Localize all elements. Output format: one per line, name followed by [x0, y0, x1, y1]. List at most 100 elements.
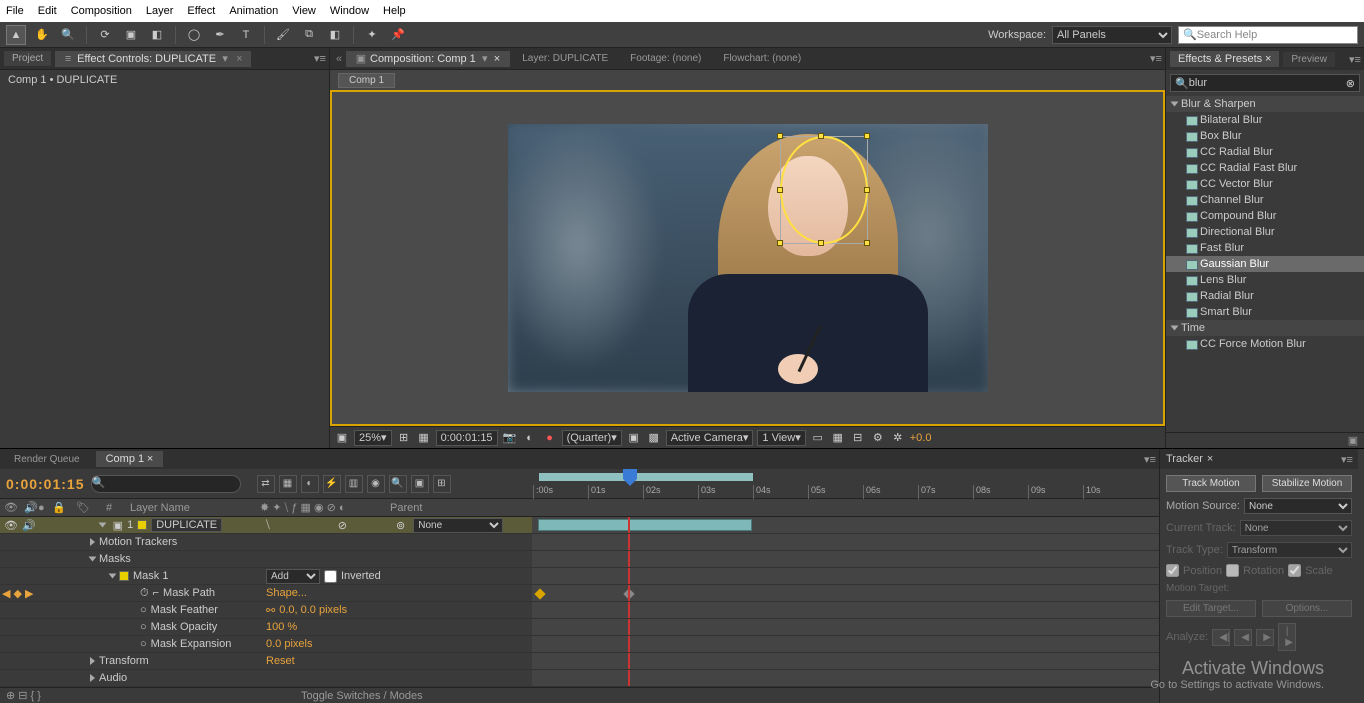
tl-icon[interactable]: ◉ [367, 475, 385, 493]
pixel-aspect-icon[interactable]: ▭ [810, 430, 826, 446]
flowchart-icon[interactable]: ⚙ [870, 430, 886, 446]
mask-handle[interactable] [864, 187, 870, 193]
rotation-tool[interactable]: ⟳ [95, 25, 115, 45]
menu-window[interactable]: Window [330, 5, 369, 17]
effect-item[interactable]: CC Radial Blur [1166, 144, 1364, 160]
timeline-comp-tab[interactable]: Comp 1 × [96, 451, 164, 467]
mask-expansion-row[interactable]: ○Mask Expansion 0.0 pixels [0, 636, 1159, 653]
mask-handle[interactable] [777, 187, 783, 193]
panel-menu-icon[interactable]: ▾≡ [1145, 454, 1155, 464]
menu-view[interactable]: View [292, 5, 316, 17]
pen-tool[interactable]: ✒ [210, 25, 230, 45]
effects-presets-tab[interactable]: Effects & Presets × [1170, 51, 1279, 67]
stopwatch-icon[interactable]: ○ [140, 638, 147, 650]
current-time[interactable]: 0:00:01:15 [436, 430, 498, 446]
mask-opacity-row[interactable]: ○Mask Opacity 100 % [0, 619, 1159, 636]
effects-search-input[interactable] [1189, 77, 1346, 89]
effect-item[interactable]: Radial Blur [1166, 288, 1364, 304]
menu-effect[interactable]: Effect [187, 5, 215, 17]
mask-color[interactable] [119, 571, 129, 581]
effects-category[interactable]: Time [1166, 320, 1364, 336]
channel-icon[interactable]: ◐ [522, 430, 538, 446]
red-channel-icon[interactable]: ● [542, 430, 558, 446]
effect-item[interactable]: Bilateral Blur [1166, 112, 1364, 128]
dropdown-icon[interactable]: ▾ [220, 54, 230, 64]
region-icon[interactable]: ▣ [626, 430, 642, 446]
flowchart-tab[interactable]: Flowchart: (none) [713, 51, 811, 66]
eraser-tool[interactable]: ◧ [325, 25, 345, 45]
effect-item[interactable]: CC Vector Blur [1166, 176, 1364, 192]
effect-item[interactable]: Channel Blur [1166, 192, 1364, 208]
effect-item[interactable]: Directional Blur [1166, 224, 1364, 240]
selection-tool[interactable]: ▲ [6, 25, 26, 45]
quality-select[interactable]: (Quarter) ▾ [562, 430, 622, 446]
layer-name[interactable]: DUPLICATE [151, 518, 222, 532]
motion-source-select[interactable]: None [1244, 498, 1352, 514]
toggle-switches[interactable]: Toggle Switches / Modes [301, 690, 423, 702]
close-icon[interactable]: × [1265, 53, 1271, 65]
audio-row[interactable]: Audio [0, 670, 1159, 687]
exposure-value[interactable]: +0.0 [910, 432, 932, 444]
dropdown-icon[interactable]: ▾ [480, 54, 490, 64]
preview-tab[interactable]: Preview [1283, 52, 1335, 67]
views-select[interactable]: 1 View ▾ [757, 430, 805, 446]
panel-menu-icon[interactable]: ▾≡ [1342, 454, 1352, 464]
arrow-left-icon[interactable]: « [334, 54, 344, 64]
motion-trackers-row[interactable]: Motion Trackers [0, 534, 1159, 551]
effects-category[interactable]: Blur & Sharpen [1166, 96, 1364, 112]
mask-ellipse[interactable] [780, 136, 868, 244]
menu-composition[interactable]: Composition [71, 5, 132, 17]
comp-chip[interactable]: Comp 1 [338, 73, 395, 88]
brush-tool[interactable]: 🖌 [273, 25, 293, 45]
effects-search[interactable]: 🔍 ⊗ [1170, 74, 1360, 92]
transparency-icon[interactable]: ▩ [646, 430, 662, 446]
panel-menu-icon[interactable]: ▾≡ [1151, 54, 1161, 64]
effect-item[interactable]: Compound Blur [1166, 208, 1364, 224]
close-icon[interactable]: × [236, 53, 242, 65]
layer-tab[interactable]: Layer: DUPLICATE [512, 51, 618, 66]
layer-color[interactable] [137, 520, 147, 530]
clear-icon[interactable]: ⊗ [1346, 77, 1355, 90]
tl-icon[interactable]: ▦ [279, 475, 297, 493]
disclosure-icon[interactable] [90, 657, 95, 665]
close-icon[interactable]: × [494, 53, 500, 65]
menu-layer[interactable]: Layer [146, 5, 174, 17]
camera-tool[interactable]: ▣ [121, 25, 141, 45]
disclosure-icon[interactable] [90, 538, 95, 546]
stopwatch-icon[interactable]: ○ [140, 621, 147, 633]
stopwatch-icon[interactable]: ○ [140, 604, 147, 616]
tl-icon[interactable]: ▣ [411, 475, 429, 493]
tl-icon[interactable]: ⇄ [257, 475, 275, 493]
zoom-tool[interactable]: 🔍 [58, 25, 78, 45]
reset-link[interactable]: Reset [266, 655, 396, 667]
workspace-select[interactable]: All Panels [1052, 26, 1172, 44]
parent-select[interactable]: None [413, 518, 503, 533]
effect-controls-tab[interactable]: ≡ Effect Controls: DUPLICATE ▾ × [55, 51, 250, 67]
snapshot-icon[interactable]: 📷 [502, 430, 518, 446]
transform-row[interactable]: Transform Reset [0, 653, 1159, 670]
keyframe-nav[interactable]: ◀ ◆ ▶ [2, 587, 34, 600]
mask-feather-row[interactable]: ○Mask Feather ⚯ 0.0, 0.0 pixels [0, 602, 1159, 619]
composition-tab[interactable]: ▣ Composition: Comp 1 ▾ × [346, 51, 510, 67]
mask-path-value[interactable]: Shape... [266, 587, 396, 599]
panel-menu-icon[interactable]: ▾≡ [315, 54, 325, 64]
panel-menu-icon[interactable]: ▾≡ [1350, 54, 1360, 64]
mask-mode-select[interactable]: Add [266, 569, 320, 584]
link-icon[interactable]: ⚯ [266, 604, 275, 617]
playhead[interactable] [628, 517, 630, 533]
opacity-value[interactable]: 100 % [266, 621, 396, 633]
roto-tool[interactable]: ✦ [362, 25, 382, 45]
zoom-level[interactable]: 25% ▾ [354, 430, 392, 446]
close-icon[interactable]: × [147, 453, 153, 465]
menu-help[interactable]: Help [383, 5, 406, 17]
disclosure-icon[interactable] [109, 574, 117, 579]
help-search[interactable]: 🔍 Search Help [1178, 26, 1358, 44]
stabilize-button[interactable]: Stabilize Motion [1262, 475, 1352, 492]
camera-select[interactable]: Active Camera ▾ [666, 430, 754, 446]
effect-item[interactable]: CC Force Motion Blur [1166, 336, 1364, 352]
effect-item[interactable]: Lens Blur [1166, 272, 1364, 288]
effect-item-gaussian[interactable]: Gaussian Blur [1166, 256, 1364, 272]
tl-icon[interactable]: ⚡ [323, 475, 341, 493]
fast-preview-icon[interactable]: ▦ [830, 430, 846, 446]
effect-item[interactable]: Fast Blur [1166, 240, 1364, 256]
